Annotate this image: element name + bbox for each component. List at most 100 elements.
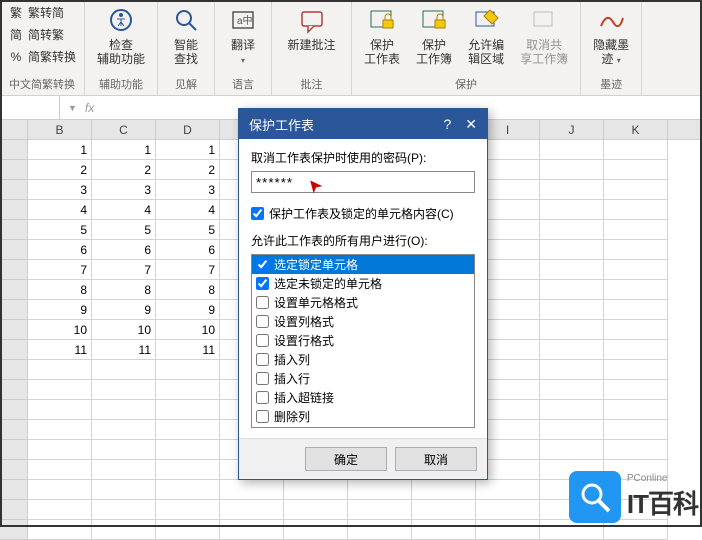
cell[interactable]: 6 [28, 240, 92, 260]
check-accessibility[interactable]: 检查辅助功能 [91, 2, 151, 69]
cell[interactable] [28, 500, 92, 520]
permission-option[interactable]: 插入超链接 [252, 388, 474, 407]
row-header[interactable] [0, 340, 28, 360]
protect-workbook[interactable]: 保护工作簿 [410, 2, 458, 69]
cell[interactable] [604, 140, 668, 160]
cell[interactable] [604, 280, 668, 300]
cell[interactable] [220, 480, 284, 500]
cell[interactable]: 5 [156, 220, 220, 240]
cancel-button[interactable]: 取消 [395, 447, 477, 471]
cell[interactable] [156, 400, 220, 420]
protect-sheet[interactable]: 保护工作表 [358, 2, 406, 69]
trad-to-simp[interactable]: 繁繁转简 [6, 2, 66, 23]
cell[interactable]: 1 [28, 140, 92, 160]
cell[interactable] [412, 520, 476, 540]
row-header[interactable] [0, 300, 28, 320]
hide-ink[interactable]: 隐藏墨迹 ▾ [587, 2, 635, 69]
cell[interactable] [604, 360, 668, 380]
cell[interactable]: 10 [156, 320, 220, 340]
checkbox-input[interactable] [256, 391, 269, 404]
cell[interactable]: 4 [28, 200, 92, 220]
cell[interactable] [156, 480, 220, 500]
cell[interactable] [156, 520, 220, 540]
cell[interactable] [284, 520, 348, 540]
cell[interactable] [604, 420, 668, 440]
cell[interactable] [604, 200, 668, 220]
cell[interactable]: 9 [156, 300, 220, 320]
permission-option[interactable]: 插入列 [252, 350, 474, 369]
cell[interactable] [92, 480, 156, 500]
cell[interactable] [28, 380, 92, 400]
close-icon[interactable]: ✕ [465, 116, 477, 133]
cell[interactable]: 4 [156, 200, 220, 220]
cell[interactable] [92, 420, 156, 440]
column-header[interactable]: J [540, 120, 604, 139]
row-header[interactable] [0, 240, 28, 260]
cell[interactable] [604, 320, 668, 340]
cell[interactable] [28, 440, 92, 460]
row-header[interactable] [0, 180, 28, 200]
checkbox-input[interactable] [256, 372, 269, 385]
cell[interactable] [476, 480, 540, 500]
column-header[interactable]: K [604, 120, 668, 139]
cell[interactable] [156, 380, 220, 400]
cell[interactable] [540, 140, 604, 160]
cell[interactable]: 7 [92, 260, 156, 280]
translate[interactable]: a中 翻译▾ [221, 2, 265, 69]
help-icon[interactable]: ? [443, 116, 451, 133]
column-header[interactable]: D [156, 120, 220, 139]
simp-trad-convert[interactable]: %简繁转换 [6, 46, 78, 67]
cell[interactable]: 7 [28, 260, 92, 280]
cell[interactable] [604, 340, 668, 360]
cell[interactable] [92, 400, 156, 420]
row-header[interactable] [0, 520, 28, 540]
cell[interactable] [540, 240, 604, 260]
checkbox-input[interactable] [256, 410, 269, 423]
cell[interactable]: 5 [92, 220, 156, 240]
row-header[interactable] [0, 500, 28, 520]
checkbox-input[interactable] [256, 296, 269, 309]
fx-icon[interactable]: fx [85, 101, 94, 115]
permissions-listbox[interactable]: 选定锁定单元格选定未锁定的单元格设置单元格格式设置列格式设置行格式插入列插入行插… [251, 254, 475, 428]
cell[interactable] [28, 460, 92, 480]
password-input[interactable] [251, 171, 475, 193]
cell[interactable]: 11 [28, 340, 92, 360]
row-header[interactable] [0, 440, 28, 460]
row-header[interactable] [0, 200, 28, 220]
cell[interactable] [540, 360, 604, 380]
cell[interactable]: 2 [28, 160, 92, 180]
cell[interactable]: 10 [28, 320, 92, 340]
row-header[interactable] [0, 220, 28, 240]
row-header[interactable] [0, 360, 28, 380]
cell[interactable] [476, 520, 540, 540]
cell[interactable] [540, 280, 604, 300]
cell[interactable] [156, 420, 220, 440]
permission-option[interactable]: 选定锁定单元格 [252, 255, 474, 274]
permission-option[interactable]: 删除列 [252, 407, 474, 426]
cell[interactable]: 8 [28, 280, 92, 300]
smart-lookup[interactable]: 智能查找 [164, 2, 208, 69]
permission-option[interactable]: 选定未锁定的单元格 [252, 274, 474, 293]
column-header[interactable]: C [92, 120, 156, 139]
cell[interactable]: 2 [156, 160, 220, 180]
cell[interactable] [348, 520, 412, 540]
cell[interactable] [156, 440, 220, 460]
cell[interactable] [604, 160, 668, 180]
cell[interactable]: 4 [92, 200, 156, 220]
cell[interactable] [28, 420, 92, 440]
cell[interactable]: 3 [92, 180, 156, 200]
row-header[interactable] [0, 480, 28, 500]
row-header[interactable] [0, 320, 28, 340]
column-header[interactable]: B [28, 120, 92, 139]
allow-edit-ranges[interactable]: 允许编辑区域 [462, 2, 510, 69]
cell[interactable]: 8 [92, 280, 156, 300]
cell[interactable]: 3 [28, 180, 92, 200]
cell[interactable] [28, 480, 92, 500]
cell[interactable]: 5 [28, 220, 92, 240]
cell[interactable] [540, 440, 604, 460]
checkbox-input[interactable] [256, 277, 269, 290]
row-header[interactable] [0, 380, 28, 400]
cell[interactable] [284, 500, 348, 520]
permission-option[interactable]: 设置单元格格式 [252, 293, 474, 312]
cell[interactable]: 9 [92, 300, 156, 320]
